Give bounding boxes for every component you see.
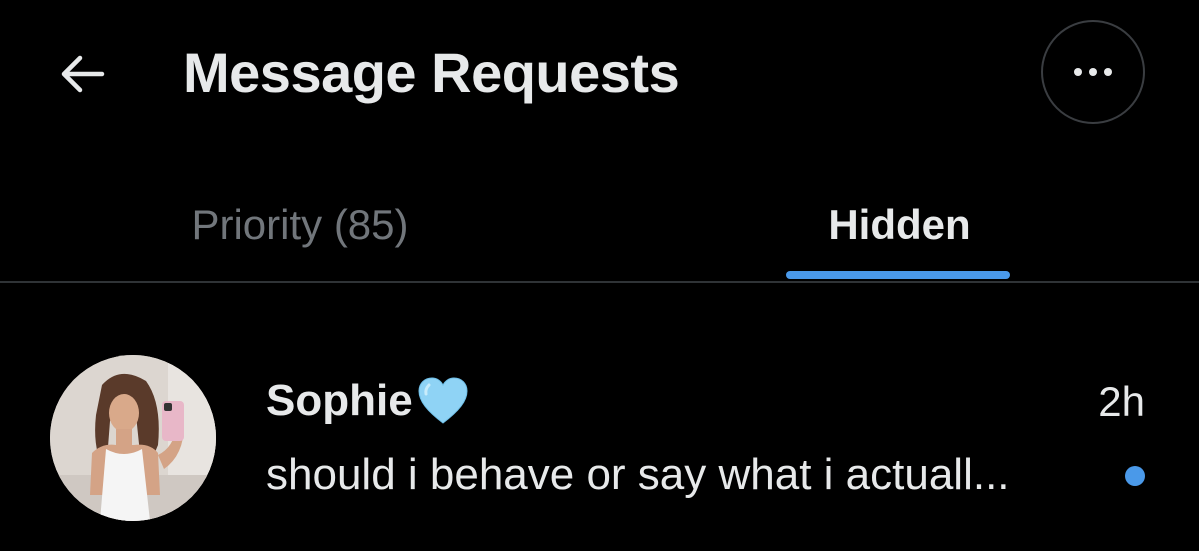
back-button[interactable] (52, 44, 112, 104)
page-title: Message Requests (183, 41, 680, 104)
conversation-item[interactable]: Sophie 2h should i behave or say what i … (0, 340, 1199, 540)
conversation-header: Sophie (266, 376, 469, 426)
active-tab-indicator (786, 271, 1010, 279)
timestamp: 2h (1098, 378, 1145, 425)
message-preview: should i behave or say what i actuall... (266, 450, 1010, 499)
more-options-button[interactable] (1041, 20, 1145, 124)
tab-bar: Priority (85) Hidden (0, 170, 1199, 282)
tab-hidden[interactable]: Hidden (600, 170, 1199, 280)
user-avatar-photo (50, 355, 216, 521)
sender-name: Sophie (266, 376, 413, 425)
ellipsis-horizontal-icon (1074, 68, 1112, 76)
tab-priority[interactable]: Priority (85) (0, 170, 600, 280)
top-app-bar: Message Requests (0, 0, 1199, 150)
light-blue-heart-icon (418, 377, 468, 424)
divider (0, 281, 1199, 283)
avatar[interactable] (50, 355, 216, 521)
unread-indicator (1125, 466, 1145, 486)
arrow-left-icon (61, 55, 105, 93)
